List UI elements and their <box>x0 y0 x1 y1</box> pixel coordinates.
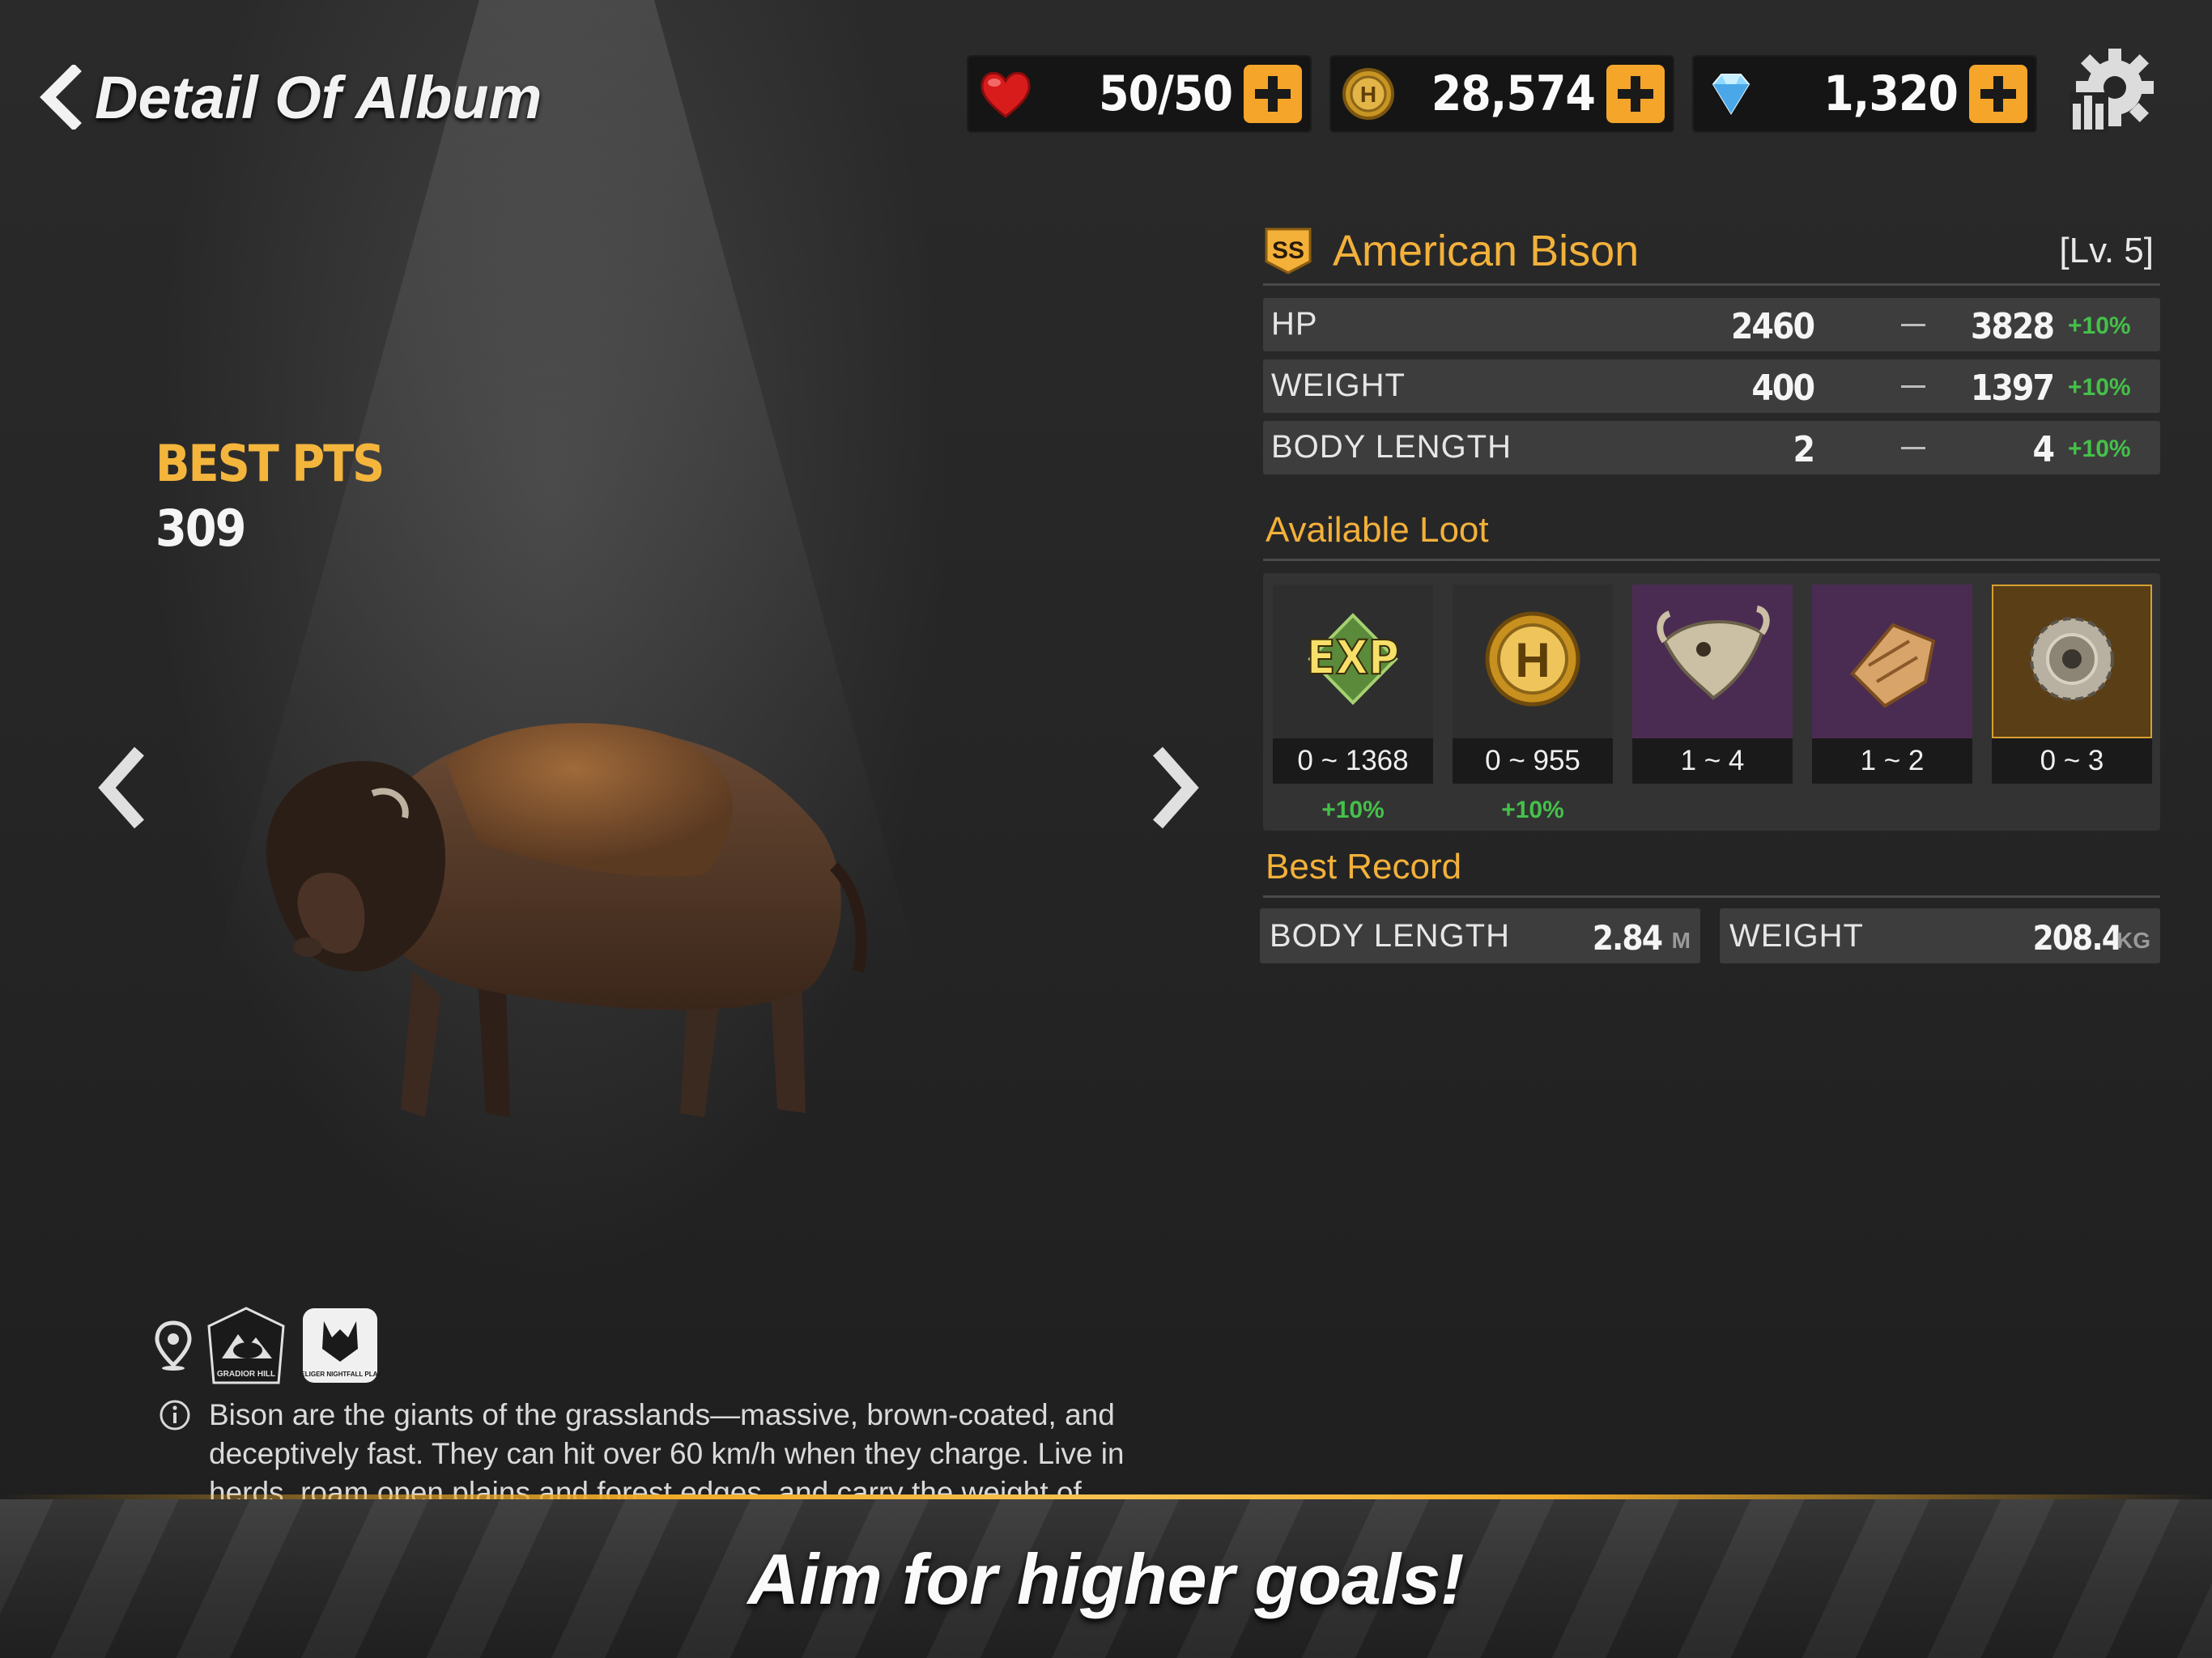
record-weight: WEIGHT 208.4 KG <box>1720 908 2160 963</box>
loot-panel: EXP 0 ~ 1368 +10% H 0 ~ 955 +10% 1 ~ 4 1… <box>1263 573 2160 831</box>
loot-item-coin[interactable]: H 0 ~ 955 +10% <box>1453 585 1613 823</box>
gem-value: 1,320 <box>1823 66 1959 122</box>
record-value: 208.4 <box>2032 918 2123 958</box>
svg-text:H: H <box>1360 82 1376 107</box>
stat-max: 3828 <box>1970 306 2055 347</box>
record-unit: KG <box>2116 928 2150 953</box>
svg-text:H: H <box>1515 633 1550 687</box>
bison-model <box>266 723 867 1117</box>
diamond-icon <box>1712 74 1750 115</box>
loot-item-exp[interactable]: EXP 0 ~ 1368 +10% <box>1273 585 1433 823</box>
best-record-title: Best Record <box>1266 847 1462 886</box>
stat-bonus: +10% <box>2068 312 2131 339</box>
stat-min: 2460 <box>1730 306 1815 347</box>
habitat-row: GRADIOR HILL BELIGER NIGHTFALL PLAIN <box>154 1305 381 1386</box>
loot-count: 0 ~ 955 <box>1453 738 1613 784</box>
record-label: BODY LENGTH <box>1270 918 1510 954</box>
loot-item-hide[interactable]: 1 ~ 2 <box>1812 585 1972 784</box>
heart-icon <box>981 71 1031 118</box>
gear-part-icon <box>1992 585 2152 738</box>
stat-bonus: +10% <box>2068 436 2131 462</box>
best-pts-value: 309 <box>155 499 246 558</box>
settings-gear-icon[interactable] <box>2063 42 2160 139</box>
stat-label: BODY LENGTH <box>1271 429 1512 465</box>
loot-count: 0 ~ 1368 <box>1273 738 1433 784</box>
hide-icon <box>1812 585 1972 738</box>
animal-name: American Bison <box>1333 227 1640 275</box>
map-badge-label: BELIGER NIGHTFALL PLAIN <box>300 1371 381 1378</box>
add-energy-button[interactable] <box>1244 65 1302 123</box>
stat-max: 1397 <box>1970 368 2055 409</box>
stat-max: 4 <box>2032 429 2055 470</box>
stat-row-hp: HP 2460 3828 +10% <box>1263 298 2160 351</box>
divider <box>1263 895 2160 898</box>
energy-counter: 50/50 <box>967 55 1312 133</box>
map-badge-gradior-hill[interactable]: GRADIOR HILL <box>206 1305 287 1386</box>
loot-title: Available Loot <box>1266 510 1489 550</box>
loot-item-skull[interactable]: 1 ~ 4 <box>1632 585 1793 784</box>
record-label: WEIGHT <box>1729 918 1864 954</box>
record-unit: M <box>1671 928 1691 953</box>
loot-bonus: +10% <box>1501 797 1564 823</box>
animal-header: SS American Bison [Lv. 5] <box>1263 219 2154 283</box>
stat-label: WEIGHT <box>1271 368 1406 403</box>
record-value: 2.84 <box>1592 918 1663 958</box>
svg-text:SS: SS <box>1272 237 1304 264</box>
loot-count: 1 ~ 4 <box>1632 738 1793 784</box>
banner-text: Aim for higher goals! <box>747 1539 1465 1619</box>
coin-counter: H 28,574 <box>1329 55 1674 133</box>
stat-label: HP <box>1271 306 1318 342</box>
coin-icon: H <box>1342 68 1394 120</box>
range-dash <box>1901 324 1925 326</box>
stat-bonus: +10% <box>2068 374 2131 401</box>
record-body-length: BODY LENGTH 2.84 M <box>1260 908 1700 963</box>
map-badge-beliger-nightfall-plain[interactable]: BELIGER NIGHTFALL PLAIN <box>300 1305 381 1386</box>
loot-bonus: +10% <box>1321 797 1385 823</box>
stat-row-weight: WEIGHT 400 1397 +10% <box>1263 359 2160 413</box>
prev-animal-button[interactable] <box>89 743 154 832</box>
range-dash <box>1901 447 1925 449</box>
loot-count: 0 ~ 3 <box>1992 738 2152 784</box>
next-animal-button[interactable] <box>1143 743 1208 832</box>
location-pin-icon <box>155 1320 192 1371</box>
divider <box>1263 559 2160 561</box>
skull-icon <box>1632 585 1793 738</box>
description-text: Bison are the giants of the grasslands—m… <box>209 1398 1125 1501</box>
best-pts-label: BEST PTS <box>155 434 385 493</box>
add-gems-button[interactable] <box>1969 65 2027 123</box>
svg-text:EXP: EXP <box>1307 630 1399 685</box>
rank-badge-ss: SS <box>1265 227 1312 274</box>
coin-value: 28,574 <box>1431 66 1596 122</box>
gem-counter: 1,320 <box>1692 55 2037 133</box>
stat-min: 400 <box>1751 368 1815 409</box>
stat-min: 2 <box>1793 429 1815 470</box>
coin-icon: H <box>1453 585 1613 738</box>
stat-row-body-length: BODY LENGTH 2 4 +10% <box>1263 421 2160 474</box>
page-title: Detail Of Album <box>95 63 542 131</box>
animal-description: Bison are the giants of the grasslands—m… <box>159 1396 1130 1501</box>
animal-level: [Lv. 5] <box>2059 231 2154 270</box>
energy-value: 50/50 <box>1099 66 1233 122</box>
exp-icon: EXP <box>1273 585 1433 738</box>
map-badge-label: GRADIOR HILL <box>217 1370 275 1379</box>
loot-item-gear-part[interactable]: 0 ~ 3 <box>1992 585 2152 784</box>
back-button[interactable]: Detail Of Album <box>36 57 542 138</box>
info-icon <box>160 1400 190 1431</box>
chevron-left-icon <box>40 65 82 130</box>
loot-count: 1 ~ 2 <box>1812 738 1972 784</box>
add-coins-button[interactable] <box>1606 65 1665 123</box>
range-dash <box>1901 385 1925 388</box>
divider <box>1263 283 2160 286</box>
